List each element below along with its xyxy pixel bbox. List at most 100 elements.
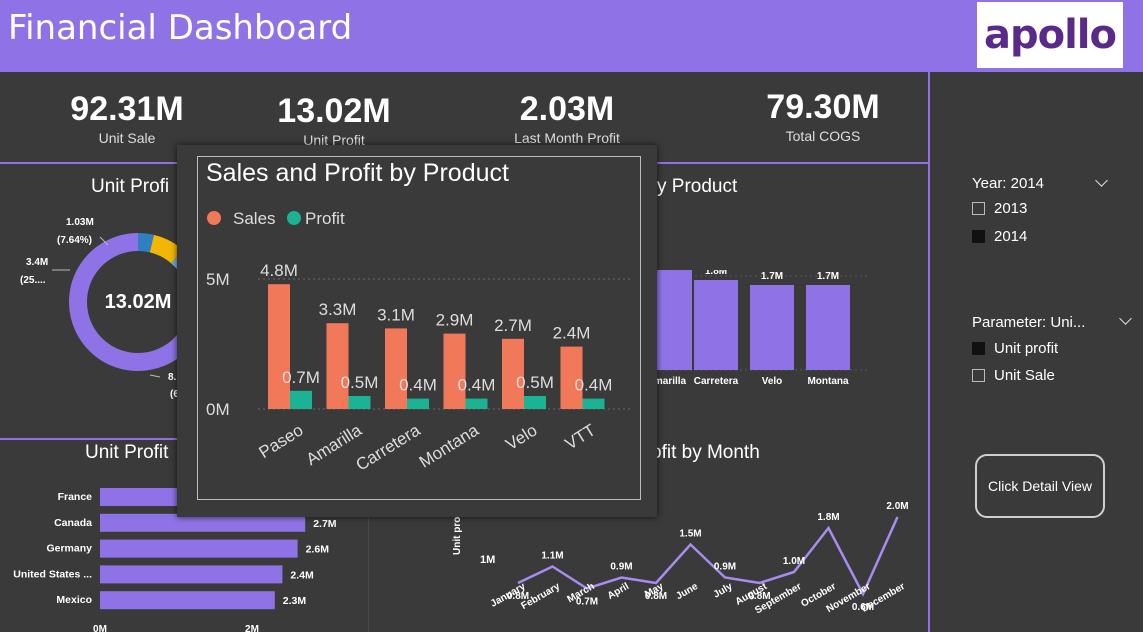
popup-category-label: Carretera	[353, 420, 424, 474]
kpi-unit-sale: 92.31M Unit Sale	[57, 90, 197, 146]
country-label: Mexico	[56, 594, 92, 606]
product-bar	[806, 285, 850, 370]
popup-bar-profit	[290, 390, 312, 409]
kpi-value: 13.02M	[277, 92, 391, 130]
popup-category-label: Paseo	[256, 420, 307, 462]
popup-bar-sales	[385, 328, 407, 409]
country-x-tick: 0M	[93, 624, 107, 632]
donut-center-value: 13.02M	[105, 291, 172, 313]
popup-value-label: 0.4M	[399, 376, 437, 395]
popup-bar-profit	[524, 396, 546, 409]
popup-y-tick: 5M	[206, 270, 230, 289]
donut-label: (25....	[20, 275, 46, 286]
popup-category-label: VTT	[562, 420, 599, 453]
popup-value-label: 3.1M	[377, 305, 415, 324]
country-value-label: 2.3M	[283, 595, 307, 607]
country-label: Canada	[54, 517, 92, 529]
popup-bar-profit	[582, 398, 605, 409]
checkbox[interactable]	[972, 202, 985, 215]
popup-bar-sales	[443, 333, 466, 409]
logo-text: apollo	[983, 12, 1117, 58]
popup-bar-profit	[407, 398, 429, 409]
month-y-axis-label: Unit pro	[452, 517, 463, 555]
header-bar: Financial Dashboard apollo	[0, 0, 1143, 72]
popup-title: Sales and Profit by Product	[206, 159, 509, 187]
legend-profit-label: Profit	[305, 209, 345, 228]
month-category-label: April	[606, 581, 631, 602]
chevron-down-icon[interactable]	[1119, 312, 1132, 325]
popup-y-tick: 0M	[206, 400, 230, 419]
month-value-label: 1.5M	[679, 529, 701, 540]
country-value-label: 2.4M	[290, 569, 314, 581]
legend-profit-marker	[287, 211, 301, 225]
month-value-label: 1.1M	[541, 551, 563, 562]
popup-value-label: 0.7M	[282, 368, 320, 387]
product-category-label: Carretera	[694, 376, 739, 387]
parameter-option-unit-sale[interactable]: Unit Sale	[972, 367, 1055, 384]
donut-label: 3.4M	[26, 257, 48, 268]
checkbox[interactable]	[972, 230, 985, 243]
product-chart-title: y Product	[657, 176, 738, 197]
popup-category-label: Velo	[502, 420, 540, 454]
kpi-value: 92.31M	[70, 90, 184, 128]
checkbox[interactable]	[972, 342, 985, 355]
kpi-label: Total COGS	[785, 128, 861, 144]
kpi-total-cogs: 79.30M Total COGS	[753, 88, 893, 144]
month-series-line	[517, 516, 899, 597]
popup-value-label: 2.7M	[494, 316, 532, 335]
year-slicer-title: Year: 2014	[972, 175, 1045, 192]
country-bar	[100, 539, 298, 558]
donut-label: (7.64%)	[57, 235, 92, 246]
product-value-label: 1.7M	[761, 271, 783, 282]
chevron-down-icon[interactable]	[1095, 174, 1108, 187]
legend-sales-marker	[207, 211, 221, 225]
country-label: Germany	[46, 543, 92, 555]
kpi-value: 2.03M	[519, 90, 615, 128]
product-bar	[750, 285, 794, 370]
country-bar	[100, 565, 283, 584]
popup-category-label: Montana	[416, 420, 483, 471]
detail-view-button[interactable]: Click Detail View	[975, 454, 1105, 518]
product-category-label: Montana	[807, 376, 849, 387]
country-value-label: 2.7M	[313, 518, 337, 530]
donut-chart: 13.02M 1.03M (7.64%) 3.4M (25.... 8. (6	[20, 217, 180, 400]
country-x-tick: 2M	[245, 624, 259, 632]
month-chart-title: ofit by Month	[651, 442, 760, 463]
year-option-2014[interactable]: 2014	[972, 228, 1027, 245]
sidebar-divider	[928, 72, 930, 632]
option-label: Unit Sale	[994, 367, 1055, 384]
popup-value-label: 0.4M	[575, 376, 613, 395]
option-label: Unit profit	[994, 340, 1059, 357]
month-y-tick: 1M	[480, 554, 495, 566]
kpi-label: Last Month Profit	[514, 130, 620, 146]
country-bar	[100, 591, 275, 610]
country-chart-title: Unit Profit	[85, 442, 169, 463]
brand-logo: apollo	[977, 2, 1123, 68]
popup-bar-sales	[268, 284, 290, 409]
product-bar	[694, 280, 738, 370]
parameter-option-unit-profit[interactable]: Unit profit	[972, 340, 1058, 357]
month-value-label: 1.8M	[817, 512, 839, 523]
country-label: France	[58, 491, 93, 503]
popup-bar-sales	[326, 323, 349, 409]
kpi-unit-profit: 13.02M Unit Profit	[264, 92, 404, 148]
popup-bar-profit	[348, 396, 371, 409]
popup-value-label: 0.4M	[458, 376, 496, 395]
product-bar-chart: 0Mmarilla1.8MCarretera1.7MVelo1.7MMontan…	[640, 270, 870, 387]
checkbox[interactable]	[972, 369, 985, 382]
popup-value-label: 3.3M	[319, 300, 357, 319]
popup-value-label: 2.9M	[436, 311, 474, 330]
kpi-value: 79.30M	[766, 88, 880, 126]
donut-leader-line	[149, 374, 161, 378]
month-category-label: June	[674, 581, 700, 602]
legend-sales-label: Sales	[233, 209, 276, 228]
donut-label: 8.	[168, 372, 177, 383]
year-option-2013[interactable]: 2013	[972, 200, 1027, 217]
popup-bar-profit	[465, 398, 488, 409]
popup-value-label: 0.5M	[341, 373, 379, 392]
product-value-label: 1.7M	[817, 271, 839, 282]
month-value-label: 2.0M	[886, 501, 908, 512]
product-category-label: marilla	[654, 376, 687, 387]
sales-profit-popup[interactable]: Sales and Profit by Product Sales Profit…	[177, 145, 657, 517]
parameter-slicer-title: Parameter: Uni...	[972, 314, 1086, 331]
